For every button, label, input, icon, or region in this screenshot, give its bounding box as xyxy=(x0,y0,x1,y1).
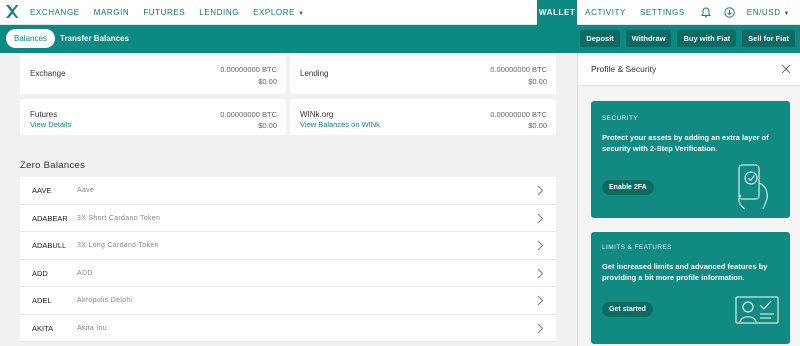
asset-name: Akita Inu xyxy=(77,324,107,332)
nav-activity[interactable]: ACTIVITY xyxy=(585,8,626,17)
balance-btc: 0.00000000 BTC xyxy=(220,65,277,74)
nav-futures[interactable]: FUTURES xyxy=(143,8,185,17)
balance-name: WINk.org xyxy=(300,110,334,119)
chevron-right-icon xyxy=(537,185,544,196)
balance-usd: $0.00 xyxy=(258,77,277,86)
balance-btc: 0.00000000 BTC xyxy=(220,110,277,119)
caret-down-icon: ▼ xyxy=(783,11,790,17)
chevron-right-icon xyxy=(537,213,544,223)
limits-card: LIMITS & FEATURES Get increased limits a… xyxy=(591,232,790,344)
list-item[interactable]: ADABULL 3X Long Cardano Token xyxy=(20,232,556,260)
asset-name: Akropolis Delphi xyxy=(77,297,133,304)
close-icon[interactable] xyxy=(780,63,792,75)
nav-settings[interactable]: SETTINGS xyxy=(640,8,685,17)
balance-usd: $0.00 xyxy=(528,77,547,86)
list-item[interactable]: ADEL Akropolis Delphi xyxy=(20,287,556,315)
security-text: Protect your assets by adding an extra l… xyxy=(602,133,769,153)
top-nav: EXCHANGE MARGIN FUTURES LENDING EXPLORE ▼… xyxy=(0,0,800,25)
locale-selector[interactable]: EN/USD ▼ xyxy=(747,8,790,17)
deposit-button[interactable]: Deposit xyxy=(580,30,620,47)
profile-security-panel: Profile & Security SECURITY Protect your… xyxy=(577,53,800,346)
asset-name: Aave xyxy=(77,187,95,194)
security-card: SECURITY Protect your assets by adding a… xyxy=(591,101,790,218)
balance-usd: $0.00 xyxy=(528,121,547,130)
panel-title: Profile & Security xyxy=(591,64,657,74)
view-wink-balances-link[interactable]: View Balances on WINk xyxy=(300,120,380,129)
security-label: SECURITY xyxy=(602,115,639,122)
id-card-icon xyxy=(735,296,779,324)
asset-ticker: ADEL xyxy=(32,296,52,305)
balance-btc: 0.00000000 BTC xyxy=(490,65,547,74)
sell-for-fiat-button[interactable]: Sell for Fiat xyxy=(742,30,795,47)
nav-wallet[interactable]: WALLET xyxy=(537,0,578,25)
zero-balances-title: Zero Balances xyxy=(20,160,86,171)
balance-card-futures[interactable]: Futures View Details 0.00000000 BTC $0.0… xyxy=(20,99,286,135)
asset-ticker: ADABEAR xyxy=(32,213,68,223)
tab-balances[interactable]: Balances xyxy=(6,29,55,48)
locale-label: EN/USD xyxy=(746,8,781,17)
view-details-link[interactable]: View Details xyxy=(30,120,71,129)
logo-icon[interactable] xyxy=(5,4,19,19)
panel-header: Profile & Security xyxy=(578,53,800,86)
balance-card-exchange[interactable]: Exchange 0.00000000 BTC $0.00 xyxy=(20,53,286,94)
chevron-right-icon xyxy=(537,323,544,333)
list-item[interactable]: ADABEAR 3X Short Cardano Token xyxy=(20,204,556,232)
nav-explore-label: EXPLORE xyxy=(253,7,296,17)
list-item[interactable]: ADD ADD xyxy=(20,259,556,287)
nav-margin[interactable]: MARGIN xyxy=(94,8,130,17)
balance-name: Exchange xyxy=(30,69,66,78)
bell-icon[interactable] xyxy=(699,6,713,20)
nav-explore[interactable]: EXPLORE ▼ xyxy=(253,8,305,17)
asset-ticker: AKITA xyxy=(32,323,54,333)
sub-nav: Balances Transfer Balances Deposit Withd… xyxy=(0,25,800,53)
asset-name: 3X Short Cardano Token xyxy=(77,214,161,222)
balances-main: Exchange 0.00000000 BTC $0.00 Lending 0.… xyxy=(0,53,577,346)
asset-ticker: ADABULL xyxy=(32,241,67,250)
balance-usd: $0.00 xyxy=(258,121,277,130)
caret-down-icon: ▼ xyxy=(298,10,305,17)
balance-name: Futures xyxy=(30,110,58,119)
chevron-right-icon xyxy=(537,295,544,306)
asset-ticker: ADD xyxy=(32,268,48,278)
limits-label: LIMITS & FEATURES xyxy=(602,244,672,251)
nav-exchange[interactable]: EXCHANGE xyxy=(30,8,80,17)
buy-with-fiat-button[interactable]: Buy with Fiat xyxy=(677,30,737,47)
balance-card-lending[interactable]: Lending 0.00000000 BTC $0.00 xyxy=(290,53,556,94)
nav-lending[interactable]: LENDING xyxy=(199,8,239,17)
withdraw-button[interactable]: Withdraw xyxy=(625,30,672,47)
list-item[interactable]: AAVE Aave xyxy=(20,177,556,205)
enable-2fa-button[interactable]: Enable 2FA xyxy=(602,180,654,195)
asset-name: ADD xyxy=(77,269,93,277)
balance-name: Lending xyxy=(300,69,329,78)
phone-check-icon xyxy=(738,164,768,210)
get-started-button[interactable]: Get started xyxy=(602,302,653,317)
limits-text: Get increased limits and advanced featur… xyxy=(602,262,768,282)
asset-name: 3X Long Cardano Token xyxy=(77,242,159,249)
asset-ticker: AAVE xyxy=(32,186,52,195)
balance-btc: 0.00000000 BTC xyxy=(490,110,547,119)
chevron-right-icon xyxy=(537,240,544,251)
chevron-right-icon xyxy=(537,268,544,278)
list-item[interactable]: AKITA Akita Inu xyxy=(20,314,556,342)
balance-card-wink[interactable]: WINk.org View Balances on WINk 0.0000000… xyxy=(290,99,556,135)
download-icon[interactable] xyxy=(723,6,737,20)
zero-balances-list: AAVE Aave ADABEAR 3X Short Cardano Token… xyxy=(20,177,556,342)
tab-transfer-balances[interactable]: Transfer Balances xyxy=(60,29,129,48)
